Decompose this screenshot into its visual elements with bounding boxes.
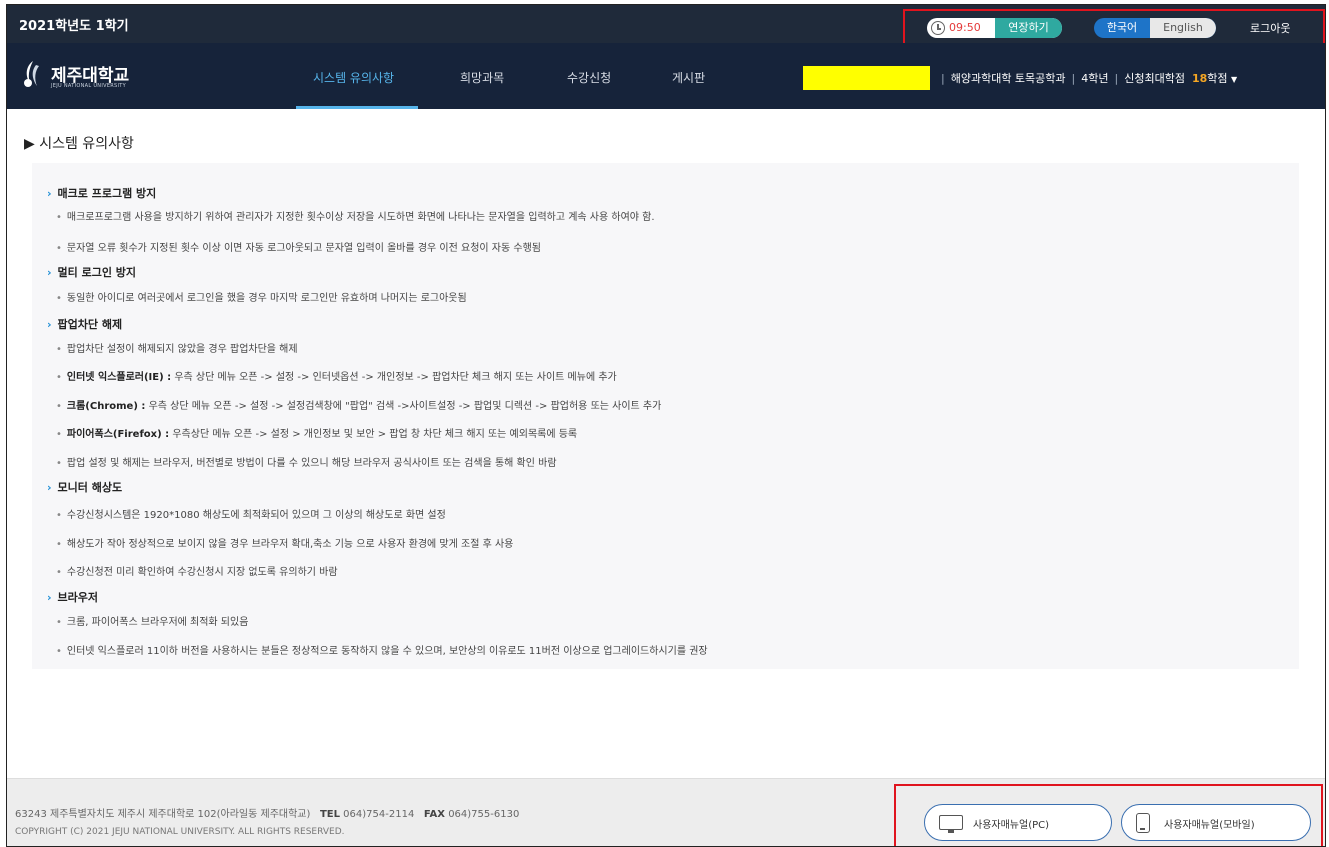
list-item: 해상도가 작아 정상적으로 보이지 않을 경우 브라우저 확대,축소 기능 으로… — [56, 535, 513, 550]
chevron-down-icon[interactable]: ▼ — [1231, 75, 1237, 84]
nav-board[interactable]: 게시판 — [672, 69, 705, 86]
monitor-icon — [939, 815, 963, 833]
section-title: › 팝업차단 해제 — [47, 318, 123, 331]
copyright: COPYRIGHT (C) 2021 JEJU NATIONAL UNIVERS… — [15, 827, 345, 837]
nav-course-registration[interactable]: 수강신청 — [567, 69, 611, 86]
list-item: 수강신청전 미리 확인하여 수강신청시 지장 없도록 유의하기 바람 — [56, 563, 338, 578]
list-item: 인터넷 익스플로러(IE) : 우측 상단 메뉴 오픈 -> 설정 -> 인터넷… — [56, 368, 617, 383]
lang-korean-button[interactable]: 한국어 — [1094, 18, 1150, 38]
credits-unit: 학점 — [1207, 72, 1228, 85]
department: 해양과학대학 토목공학과 — [950, 72, 1066, 85]
list-item: 수강신청시스템은 1920*1080 해상도에 최적화되어 있으며 그 이상의 … — [56, 506, 446, 521]
section-title: › 모니터 해상도 — [47, 481, 123, 494]
page-title: ▶ 시스템 유의사항 — [24, 136, 134, 152]
university-name-en: JEJU NATIONAL UNIVERSITY — [51, 83, 127, 89]
mobile-icon — [1136, 813, 1150, 833]
nav-system-notice[interactable]: 시스템 유의사항 — [313, 69, 394, 86]
main-nav: 제주대학교 JEJU NATIONAL UNIVERSITY 시스템 유의사항 … — [7, 43, 1325, 109]
list-item: 문자열 오류 횟수가 지정된 횟수 이상 이면 자동 로그아웃되고 문자열 입력… — [56, 239, 541, 254]
list-item: 파이어폭스(Firefox) : 우측상단 메뉴 오픈 -> 설정 > 개인정보… — [56, 425, 577, 440]
list-item: 크롬(Chrome) : 우측 상단 메뉴 오픈 -> 설정 -> 설정검색창에… — [56, 397, 661, 412]
notice-content: ›매크로 프로그램 방지 매크로프로그램 사용을 방지하기 위하여 관리자가 지… — [32, 163, 1299, 669]
list-item: 인터넷 익스플로러 11이하 버전을 사용하시는 분들은 정상적으로 동작하지 … — [56, 642, 708, 657]
list-item: 크롬, 파이어폭스 브라우저에 최적화 되있음 — [56, 613, 249, 628]
section-title: › 브라우저 — [47, 591, 99, 604]
app-frame: 2021학년도 1학기 09:50 연장하기 한국어 English 로그아웃 … — [6, 4, 1326, 847]
clock-icon — [931, 21, 945, 35]
list-item: 팝업 설정 및 해제는 브라우저, 버전별로 방법이 다를 수 있으니 해당 브… — [56, 454, 557, 469]
logout-button[interactable]: 로그아웃 — [1250, 20, 1290, 36]
manual-mobile-button[interactable]: 사용자매뉴얼(모바일) — [1121, 804, 1311, 841]
language-toggle: 한국어 English — [1094, 18, 1216, 38]
footer: 63243 제주특별자치도 제주시 제주대학로 102(아라일동 제주대학교) … — [7, 778, 1325, 846]
session-timer: 09:50 연장하기 — [927, 18, 1062, 38]
section-title: › 매크로 프로그램 방지 — [47, 187, 157, 200]
section-title: › 멀티 로그인 방지 — [47, 266, 137, 279]
lang-english-button[interactable]: English — [1150, 18, 1216, 38]
redacted-name-box — [803, 66, 930, 90]
nav-wish-courses[interactable]: 희망과목 — [460, 69, 504, 86]
max-credits-value: 18 — [1191, 72, 1208, 85]
university-logo-icon[interactable] — [21, 59, 45, 89]
footer-address: 63243 제주특별자치도 제주시 제주대학로 102(아라일동 제주대학교) … — [15, 809, 520, 820]
list-item: 팝업차단 설정이 해제되지 않았을 경우 팝업차단을 해제 — [56, 340, 298, 355]
list-item: 동일한 아이디로 여러곳에서 로그인을 했을 경우 마지막 로그인만 유효하며 … — [56, 289, 467, 304]
list-item: 매크로프로그램 사용을 방지하기 위하여 관리자가 지정한 횟수이상 저장을 시… — [56, 208, 655, 223]
extend-session-button[interactable]: 연장하기 — [995, 18, 1062, 38]
timer-text: 09:50 — [949, 21, 981, 34]
grade: 4학년 — [1081, 72, 1109, 85]
semester-label: 2021학년도 1학기 — [19, 19, 129, 34]
manual-pc-button[interactable]: 사용자매뉴얼(PC) — [924, 804, 1112, 841]
user-info[interactable]: | 해양과학대학 토목공학과 | 4학년 | 신청최대학점 18학점 ▼ — [935, 70, 1237, 86]
max-credits-label: 신청최대학점 — [1124, 72, 1185, 85]
active-tab-indicator — [296, 106, 418, 109]
session-controls: 09:50 연장하기 한국어 English 로그아웃 — [903, 9, 1325, 46]
top-bar: 2021학년도 1학기 09:50 연장하기 한국어 English 로그아웃 — [7, 5, 1325, 46]
manual-buttons: 사용자매뉴얼(PC) 사용자매뉴얼(모바일) — [894, 784, 1323, 846]
